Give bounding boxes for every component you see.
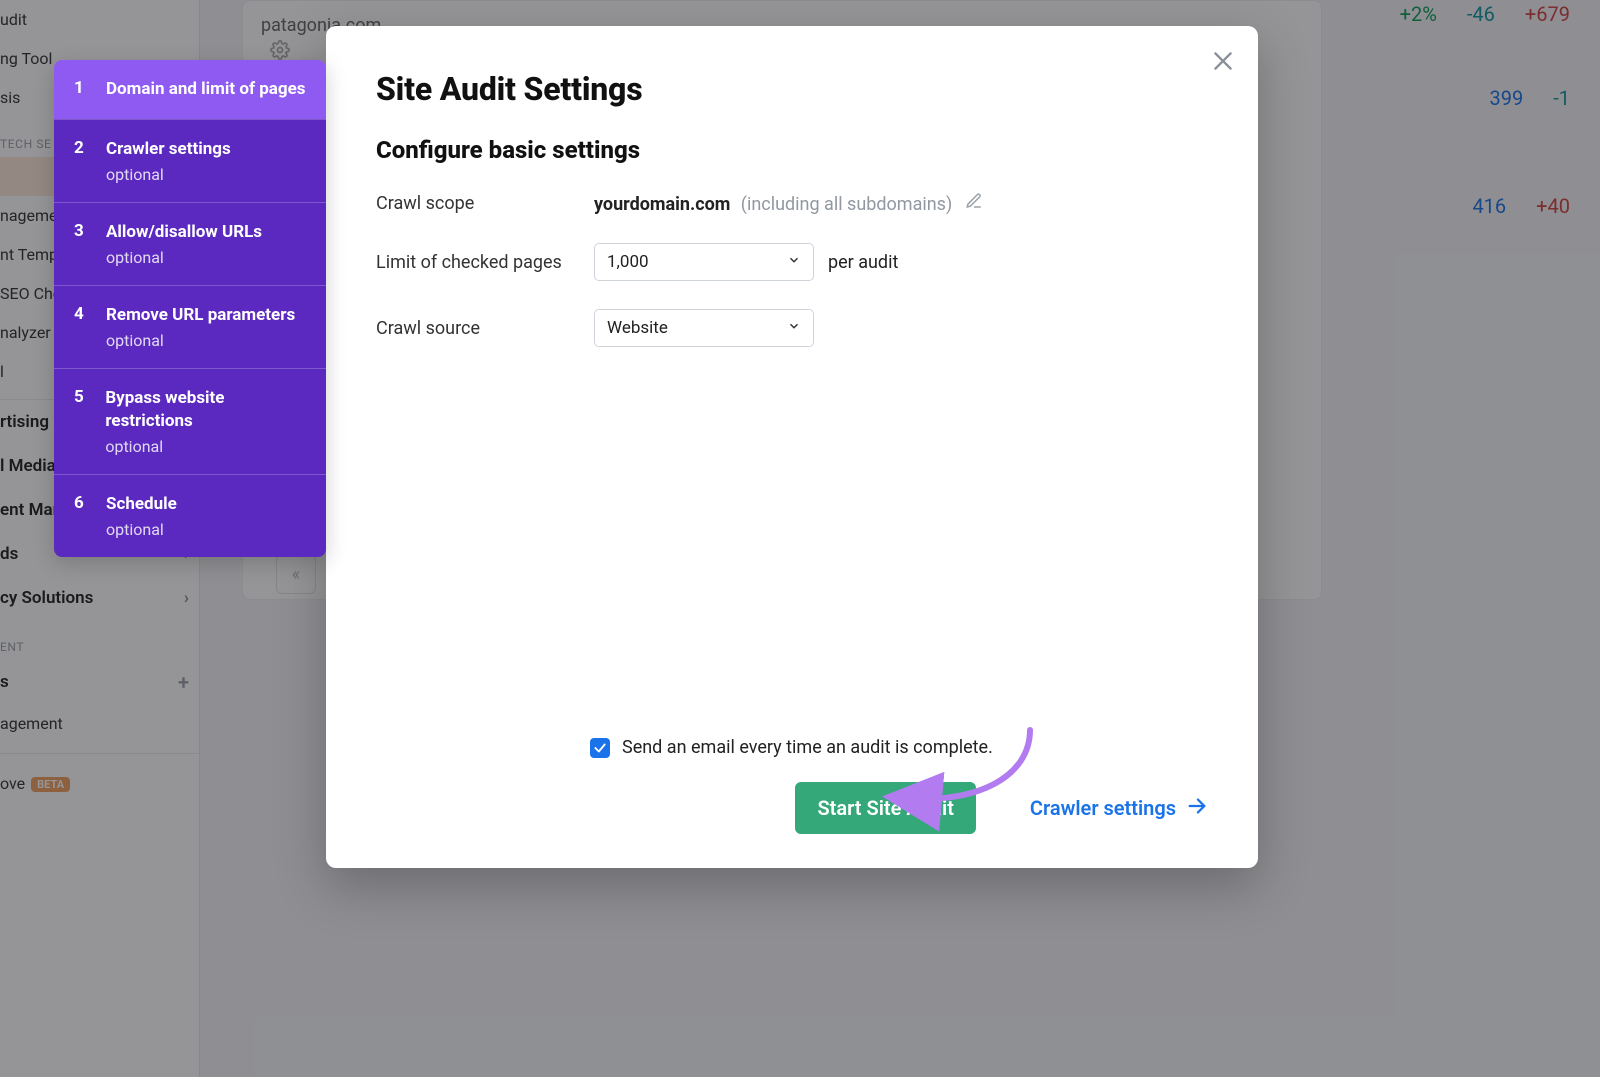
wizard-step-sub: optional (105, 437, 306, 456)
wizard-step-sub: optional (106, 331, 295, 350)
wizard-step-title: Crawler settings (106, 138, 231, 161)
wizard-step-number: 6 (74, 493, 88, 539)
crawl-scope-value: yourdomain.com (including all subdomains… (594, 192, 983, 215)
crawler-settings-link[interactable]: Crawler settings (1030, 795, 1208, 822)
wizard-step-number: 4 (74, 304, 88, 350)
edit-icon[interactable] (965, 194, 983, 215)
site-audit-settings-modal: Site Audit Settings Configure basic sett… (326, 26, 1258, 868)
crawl-source-row: Crawl source Website (376, 309, 1208, 347)
crawl-scope-label: Crawl scope (376, 193, 594, 214)
chevron-down-icon (787, 318, 801, 338)
crawl-source-select[interactable]: Website (594, 309, 814, 347)
wizard-step-number: 1 (74, 78, 88, 101)
wizard-step-sub: optional (106, 248, 262, 267)
close-icon[interactable] (1210, 48, 1236, 78)
crawl-source-value: Website (607, 318, 668, 338)
wizard-step-5[interactable]: 5 Bypass website restrictions optional (54, 368, 326, 474)
wizard-step-1[interactable]: 1 Domain and limit of pages (54, 60, 326, 119)
arrow-right-icon (1186, 795, 1208, 822)
crawl-scope-row: Crawl scope yourdomain.com (including al… (376, 192, 1208, 215)
modal-title: Site Audit Settings (376, 70, 1208, 108)
email-checkbox[interactable] (590, 738, 610, 758)
wizard-steps: 1 Domain and limit of pages 2 Crawler se… (54, 60, 326, 557)
email-checkbox-label: Send an email every time an audit is com… (622, 737, 993, 758)
wizard-step-title: Allow/disallow URLs (106, 221, 262, 244)
wizard-step-sub: optional (106, 165, 231, 184)
crawl-source-label: Crawl source (376, 318, 594, 339)
wizard-step-title: Domain and limit of pages (106, 78, 306, 101)
limit-pages-value: 1,000 (607, 252, 649, 272)
email-notification-row: Send an email every time an audit is com… (590, 737, 1208, 758)
limit-pages-label: Limit of checked pages (376, 252, 594, 273)
modal-subtitle: Configure basic settings (376, 136, 1208, 164)
wizard-step-number: 2 (74, 138, 88, 184)
wizard-step-sub: optional (106, 520, 177, 539)
wizard-step-3[interactable]: 3 Allow/disallow URLs optional (54, 202, 326, 285)
chevron-down-icon (787, 252, 801, 272)
wizard-step-number: 5 (74, 387, 87, 456)
wizard-step-title: Remove URL parameters (106, 304, 295, 327)
wizard-step-4[interactable]: 4 Remove URL parameters optional (54, 285, 326, 368)
wizard-step-number: 3 (74, 221, 88, 267)
limit-pages-row: Limit of checked pages 1,000 per audit (376, 243, 1208, 281)
wizard-step-title: Schedule (106, 493, 177, 516)
modal-footer: Send an email every time an audit is com… (376, 737, 1208, 834)
wizard-step-2[interactable]: 2 Crawler settings optional (54, 119, 326, 202)
start-site-audit-button[interactable]: Start Site Audit (795, 782, 975, 834)
wizard-step-title: Bypass website restrictions (105, 387, 306, 433)
wizard-step-6[interactable]: 6 Schedule optional (54, 474, 326, 557)
limit-pages-suffix: per audit (828, 252, 898, 273)
limit-pages-select[interactable]: 1,000 (594, 243, 814, 281)
